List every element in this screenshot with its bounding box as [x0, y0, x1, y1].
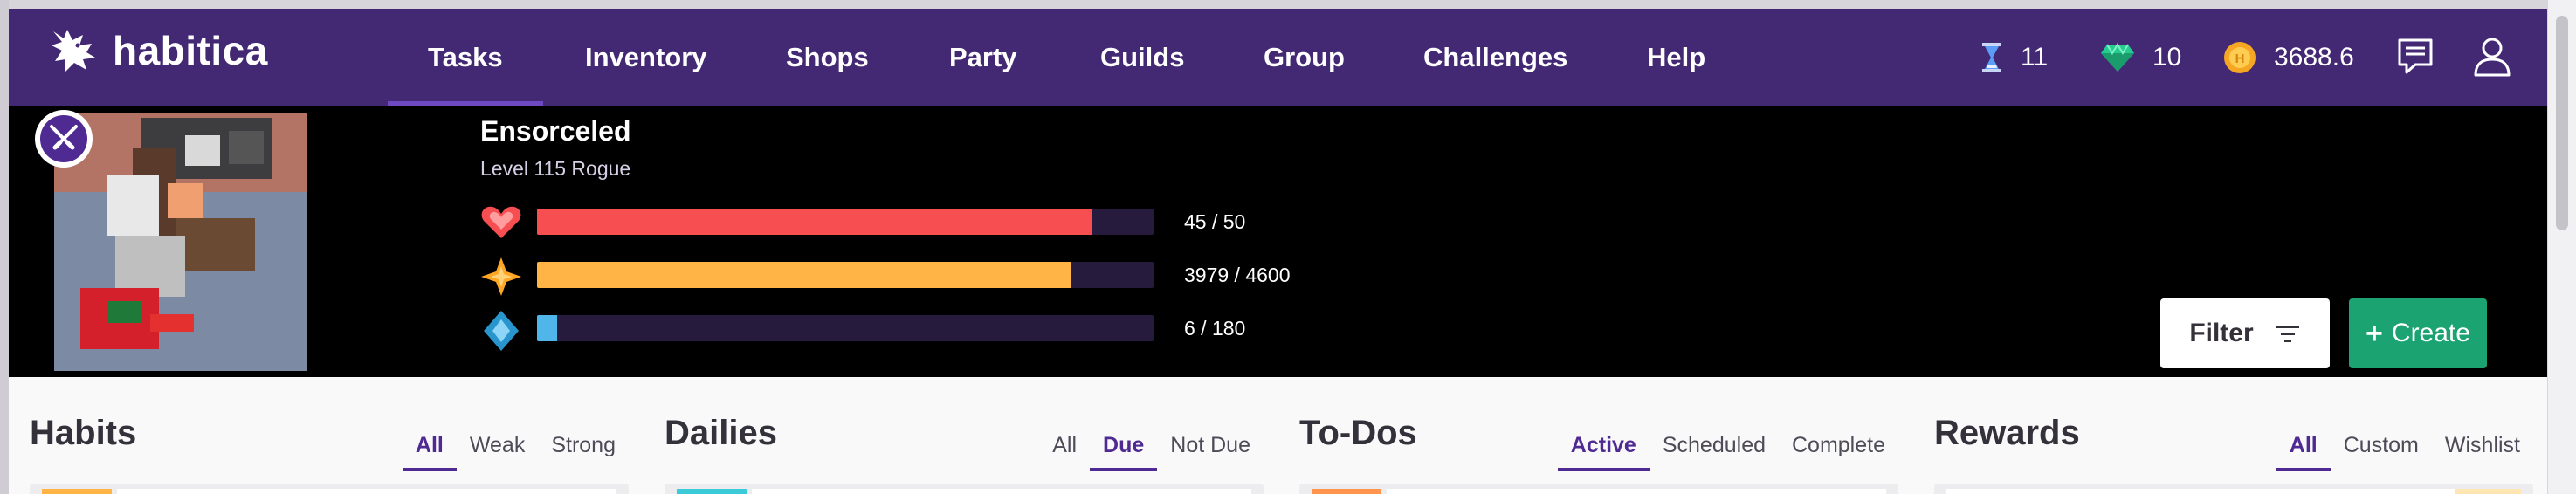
habits-title: Habits: [30, 414, 137, 452]
filter-button[interactable]: Filter: [2160, 298, 2330, 368]
profile-header: Ensorceled Level 115 Rogue 45 / 50 3979 …: [9, 106, 2548, 377]
rewards-filter-wishlist[interactable]: Wishlist: [2432, 419, 2533, 471]
mana-track: [537, 315, 1154, 341]
experience-star-icon: [481, 257, 521, 296]
reward-card[interactable]: [1934, 484, 2533, 494]
nav-inventory[interactable]: Inventory: [585, 9, 707, 106]
todos-title: To-Dos: [1299, 414, 1417, 452]
daily-card-control: [677, 489, 747, 494]
dailies-filter-not-due[interactable]: Not Due: [1157, 419, 1264, 471]
nav-help[interactable]: Help: [1647, 9, 1705, 106]
dailies-column: Dailies All Due Not Due: [665, 377, 1264, 494]
daily-card-body: [752, 489, 1251, 494]
todo-card-body: [1387, 489, 1886, 494]
habitica-logo[interactable]: habitica: [48, 26, 268, 75]
filter-label: Filter: [2189, 319, 2254, 347]
mana-fill: [537, 315, 558, 341]
experience-value: 3979 / 4600: [1184, 264, 1291, 286]
heart-icon: [481, 206, 521, 238]
profile-name: Ensorceled: [480, 115, 631, 147]
reward-card-control: [2455, 489, 2521, 494]
svg-text:H: H: [2235, 51, 2245, 66]
rewards-filter-custom[interactable]: Custom: [2331, 419, 2432, 471]
hourglass-counter[interactable]: 11: [1980, 9, 2048, 106]
task-columns: Habits All Weak Strong Dailies All Due N…: [9, 377, 2548, 494]
nav-shops[interactable]: Shops: [786, 9, 869, 106]
hourglass-icon: [1982, 43, 2001, 72]
gem-counter[interactable]: 10: [2100, 9, 2181, 106]
nav-group[interactable]: Group: [1264, 9, 1345, 106]
gold-coin-icon: H: [2224, 42, 2256, 73]
todo-card[interactable]: [1299, 484, 1898, 494]
gold-counter[interactable]: H 3688.6: [2223, 9, 2354, 106]
todos-filter-scheduled[interactable]: Scheduled: [1650, 419, 1779, 471]
filter-icon: [2276, 326, 2299, 342]
daily-card[interactable]: [665, 484, 1264, 494]
messages-button[interactable]: [2396, 37, 2435, 79]
dailies-filter-all[interactable]: All: [1039, 419, 1090, 471]
mana-value: 6 / 180: [1184, 317, 1246, 340]
window-top-edge: [0, 0, 2576, 9]
habits-filter-all[interactable]: All: [402, 419, 457, 471]
experience-fill: [537, 262, 1071, 288]
habits-column: Habits All Weak Strong: [30, 377, 629, 494]
rewards-filters: All Custom Wishlist: [2276, 419, 2533, 471]
create-label: Create: [2391, 319, 2470, 347]
reward-card-body: [1946, 489, 2455, 494]
experience-track: [537, 262, 1154, 288]
create-button[interactable]: + Create: [2349, 298, 2487, 368]
dailies-filter-due[interactable]: Due: [1090, 419, 1158, 471]
todos-column: To-Dos Active Scheduled Complete: [1299, 377, 1898, 494]
mana-icon: [484, 311, 519, 351]
user-menu-button[interactable]: [2473, 37, 2511, 81]
health-fill: [537, 209, 1092, 235]
habits-filter-weak[interactable]: Weak: [457, 419, 538, 471]
habit-card-control: [42, 489, 112, 494]
top-navigation-bar: habitica Tasks Inventory Shops Party Gui…: [9, 9, 2548, 106]
habits-filter-strong[interactable]: Strong: [538, 419, 629, 471]
todos-filter-complete[interactable]: Complete: [1779, 419, 1898, 471]
user-icon: [2474, 38, 2511, 77]
rewards-title: Rewards: [1934, 414, 2080, 452]
hourglass-count: 11: [2021, 43, 2049, 72]
messages-icon: [2398, 38, 2433, 74]
gem-icon: [2101, 43, 2134, 72]
habit-card[interactable]: [30, 484, 629, 494]
nav-tasks[interactable]: Tasks: [388, 9, 543, 106]
gryphon-logo-icon: [52, 30, 95, 72]
avatar[interactable]: [54, 113, 307, 371]
dailies-filters: All Due Not Due: [1039, 419, 1264, 471]
nav-guilds[interactable]: Guilds: [1100, 9, 1184, 106]
rewards-column: Rewards All Custom Wishlist: [1934, 377, 2533, 494]
todos-filters: Active Scheduled Complete: [1557, 419, 1898, 471]
window-left-edge: [0, 0, 9, 494]
plus-icon: +: [2366, 316, 2383, 350]
todo-card-control: [1312, 489, 1381, 494]
todos-filter-active[interactable]: Active: [1557, 419, 1650, 471]
health-value: 45 / 50: [1184, 210, 1246, 233]
avatar-pixel-art: [54, 113, 307, 371]
rewards-filter-all[interactable]: All: [2276, 419, 2331, 471]
dailies-title: Dailies: [665, 414, 777, 452]
page-scrollbar[interactable]: [2547, 0, 2576, 494]
health-track: [537, 209, 1154, 235]
gold-count: 3688.6: [2274, 43, 2354, 72]
habit-card-body: [117, 489, 616, 494]
nav-party[interactable]: Party: [949, 9, 1017, 106]
nav-challenges[interactable]: Challenges: [1423, 9, 1567, 106]
profile-level: Level 115 Rogue: [480, 157, 631, 180]
brand-name: habitica: [113, 28, 268, 73]
habits-filters: All Weak Strong: [402, 419, 629, 471]
rogue-class-icon: [50, 125, 78, 150]
class-badge[interactable]: [35, 110, 93, 168]
scrollbar-thumb[interactable]: [2556, 16, 2568, 230]
gem-count: 10: [2152, 43, 2182, 72]
browser-window: habitica Tasks Inventory Shops Party Gui…: [0, 0, 2576, 494]
